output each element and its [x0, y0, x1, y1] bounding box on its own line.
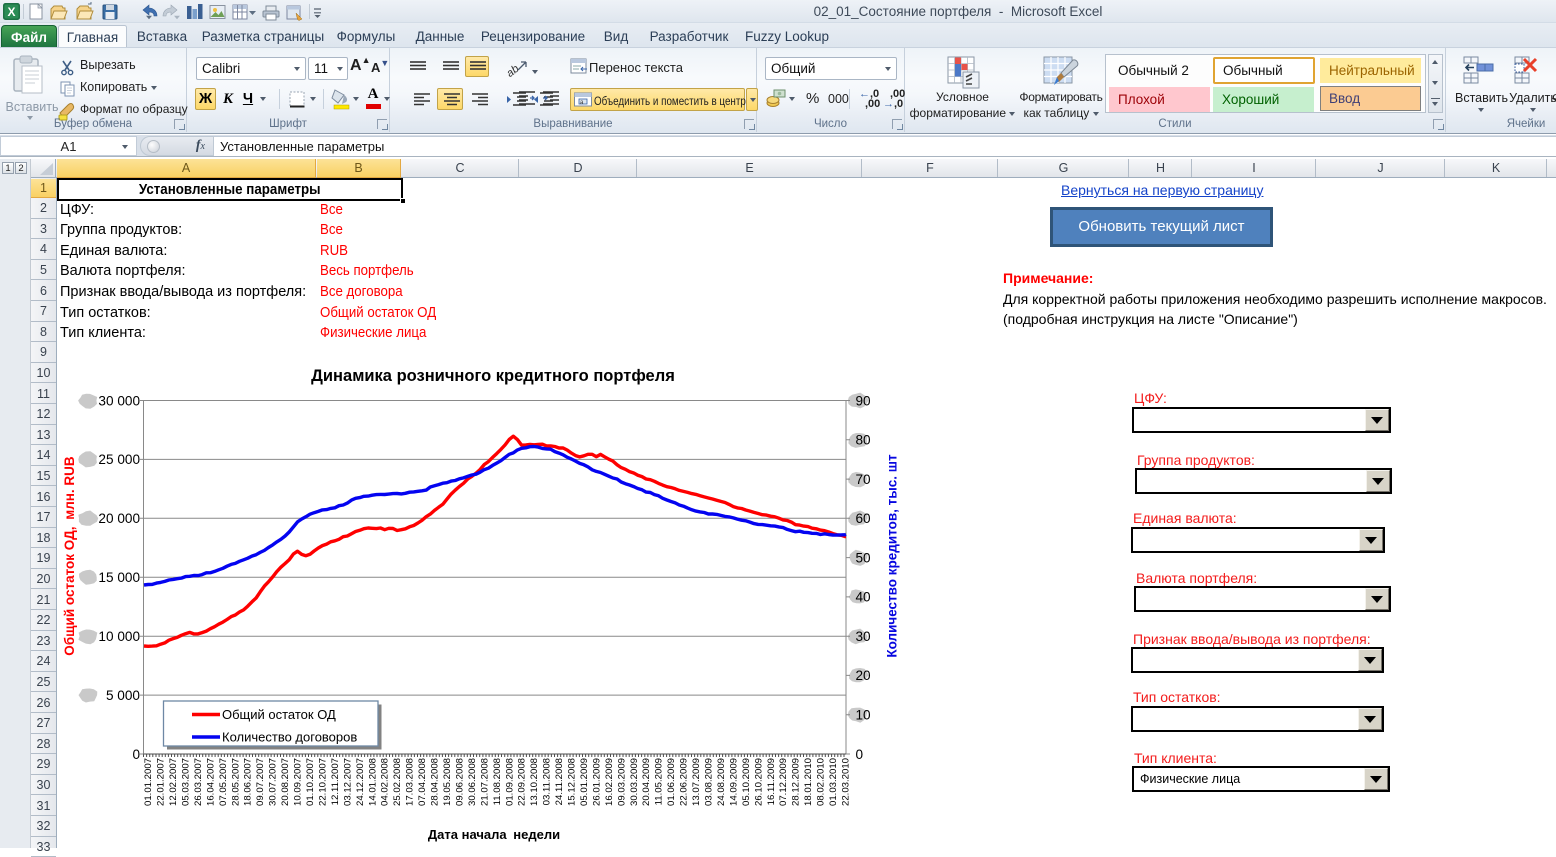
svg-text:18.06.2007: 18.06.2007 — [243, 758, 254, 806]
svg-text:14.09.2009: 14.09.2009 — [728, 758, 739, 806]
svg-text:05.10.2009: 05.10.2009 — [741, 758, 752, 806]
svg-text:07.05.2007: 07.05.2007 — [218, 758, 229, 806]
svg-text:Дата начала недели: Дата начала недели — [428, 827, 560, 842]
svg-text:01.06.2009: 01.06.2009 — [666, 758, 677, 806]
svg-text:17.03.2008: 17.03.2008 — [405, 758, 416, 806]
svg-text:28.12.2009: 28.12.2009 — [791, 758, 802, 806]
svg-text:30 000: 30 000 — [98, 393, 140, 408]
svg-text:26.03.2007: 26.03.2007 — [193, 758, 204, 806]
svg-text:26.10.2009: 26.10.2009 — [753, 758, 764, 806]
svg-text:07.12.2009: 07.12.2009 — [778, 758, 789, 806]
svg-text:20.08.2007: 20.08.2007 — [280, 758, 291, 806]
svg-text:04.02.2008: 04.02.2008 — [380, 758, 391, 806]
svg-text:22.01.2007: 22.01.2007 — [156, 758, 167, 806]
svg-text:15 000: 15 000 — [98, 570, 140, 585]
svg-text:10.09.2007: 10.09.2007 — [293, 758, 304, 806]
svg-text:01.10.2007: 01.10.2007 — [305, 758, 316, 806]
svg-text:09.03.2009: 09.03.2009 — [616, 758, 627, 806]
svg-text:60: 60 — [856, 511, 872, 526]
svg-text:09.07.2007: 09.07.2007 — [255, 758, 266, 806]
svg-text:40: 40 — [856, 590, 872, 605]
svg-text:30.06.2008: 30.06.2008 — [467, 758, 478, 806]
svg-text:Количество кредитов, тыс. шт: Количество кредитов, тыс. шт — [885, 454, 900, 658]
svg-text:22.06.2009: 22.06.2009 — [679, 758, 690, 806]
svg-text:14.01.2008: 14.01.2008 — [367, 758, 378, 806]
svg-text:21.07.2008: 21.07.2008 — [479, 758, 490, 806]
svg-text:03.12.2007: 03.12.2007 — [342, 758, 353, 806]
svg-text:03.11.2008: 03.11.2008 — [542, 758, 553, 805]
svg-text:10 000: 10 000 — [98, 629, 140, 644]
svg-text:11.08.2008: 11.08.2008 — [492, 758, 503, 805]
svg-text:13.10.2008: 13.10.2008 — [529, 758, 540, 806]
svg-text:30.03.2009: 30.03.2009 — [629, 758, 640, 806]
svg-text:08.02.2010: 08.02.2010 — [816, 758, 827, 806]
svg-text:30: 30 — [856, 629, 872, 644]
svg-text:15.12.2008: 15.12.2008 — [567, 758, 578, 806]
svg-text:50: 50 — [856, 550, 872, 565]
svg-text:18.01.2010: 18.01.2010 — [803, 758, 814, 806]
svg-text:05.01.2009: 05.01.2009 — [579, 758, 590, 806]
svg-text:28.04.2008: 28.04.2008 — [430, 758, 441, 806]
svg-text:30.07.2007: 30.07.2007 — [268, 758, 279, 806]
svg-text:19.05.2008: 19.05.2008 — [442, 758, 453, 806]
svg-text:09.06.2008: 09.06.2008 — [454, 758, 465, 806]
svg-text:0: 0 — [856, 747, 864, 762]
svg-text:5 000: 5 000 — [106, 688, 140, 703]
svg-text:20.04.2009: 20.04.2009 — [641, 758, 652, 806]
svg-text:Динамика розничного кредитного: Динамика розничного кредитного портфеля — [311, 367, 675, 385]
svg-text:24.12.2007: 24.12.2007 — [355, 758, 366, 806]
svg-text:12.02.2007: 12.02.2007 — [168, 758, 179, 806]
svg-text:16.04.2007: 16.04.2007 — [205, 758, 216, 806]
svg-text:22.10.2007: 22.10.2007 — [317, 758, 328, 806]
svg-text:80: 80 — [856, 433, 872, 448]
svg-text:10: 10 — [856, 708, 872, 723]
svg-text:05.03.2007: 05.03.2007 — [181, 758, 192, 806]
svg-text:13.07.2009: 13.07.2009 — [691, 758, 702, 806]
svg-text:Общий остаток ОД: Общий остаток ОД — [222, 707, 336, 722]
svg-text:07.04.2008: 07.04.2008 — [417, 758, 428, 806]
svg-text:16.02.2009: 16.02.2009 — [604, 758, 615, 806]
svg-text:26.01.2009: 26.01.2009 — [591, 758, 602, 806]
svg-text:16.11.2009: 16.11.2009 — [766, 758, 777, 805]
svg-text:90: 90 — [856, 393, 872, 408]
svg-text:11.05.2009: 11.05.2009 — [654, 758, 665, 805]
svg-text:24.08.2009: 24.08.2009 — [716, 758, 727, 806]
svg-text:Общий остаток ОД, млн. RUB: Общий остаток ОД, млн. RUB — [62, 456, 77, 656]
svg-text:25 000: 25 000 — [98, 452, 140, 467]
svg-text:22.09.2008: 22.09.2008 — [517, 758, 528, 806]
svg-text:25.02.2008: 25.02.2008 — [392, 758, 403, 806]
svg-text:24.11.2008: 24.11.2008 — [554, 758, 565, 805]
svg-text:20 000: 20 000 — [98, 511, 140, 526]
svg-text:0: 0 — [132, 747, 140, 762]
svg-text:70: 70 — [856, 472, 872, 487]
svg-text:01.03.2010: 01.03.2010 — [828, 758, 839, 806]
svg-text:03.08.2009: 03.08.2009 — [704, 758, 715, 806]
svg-text:28.05.2007: 28.05.2007 — [230, 758, 241, 806]
svg-text:20: 20 — [856, 668, 872, 683]
svg-text:22.03.2010: 22.03.2010 — [841, 758, 852, 806]
svg-text:01.09.2008: 01.09.2008 — [504, 758, 515, 806]
svg-text:01.01.2007: 01.01.2007 — [143, 758, 154, 806]
svg-text:Количество договоров: Количество договоров — [222, 730, 357, 745]
svg-text:12.11.2007: 12.11.2007 — [330, 758, 341, 805]
